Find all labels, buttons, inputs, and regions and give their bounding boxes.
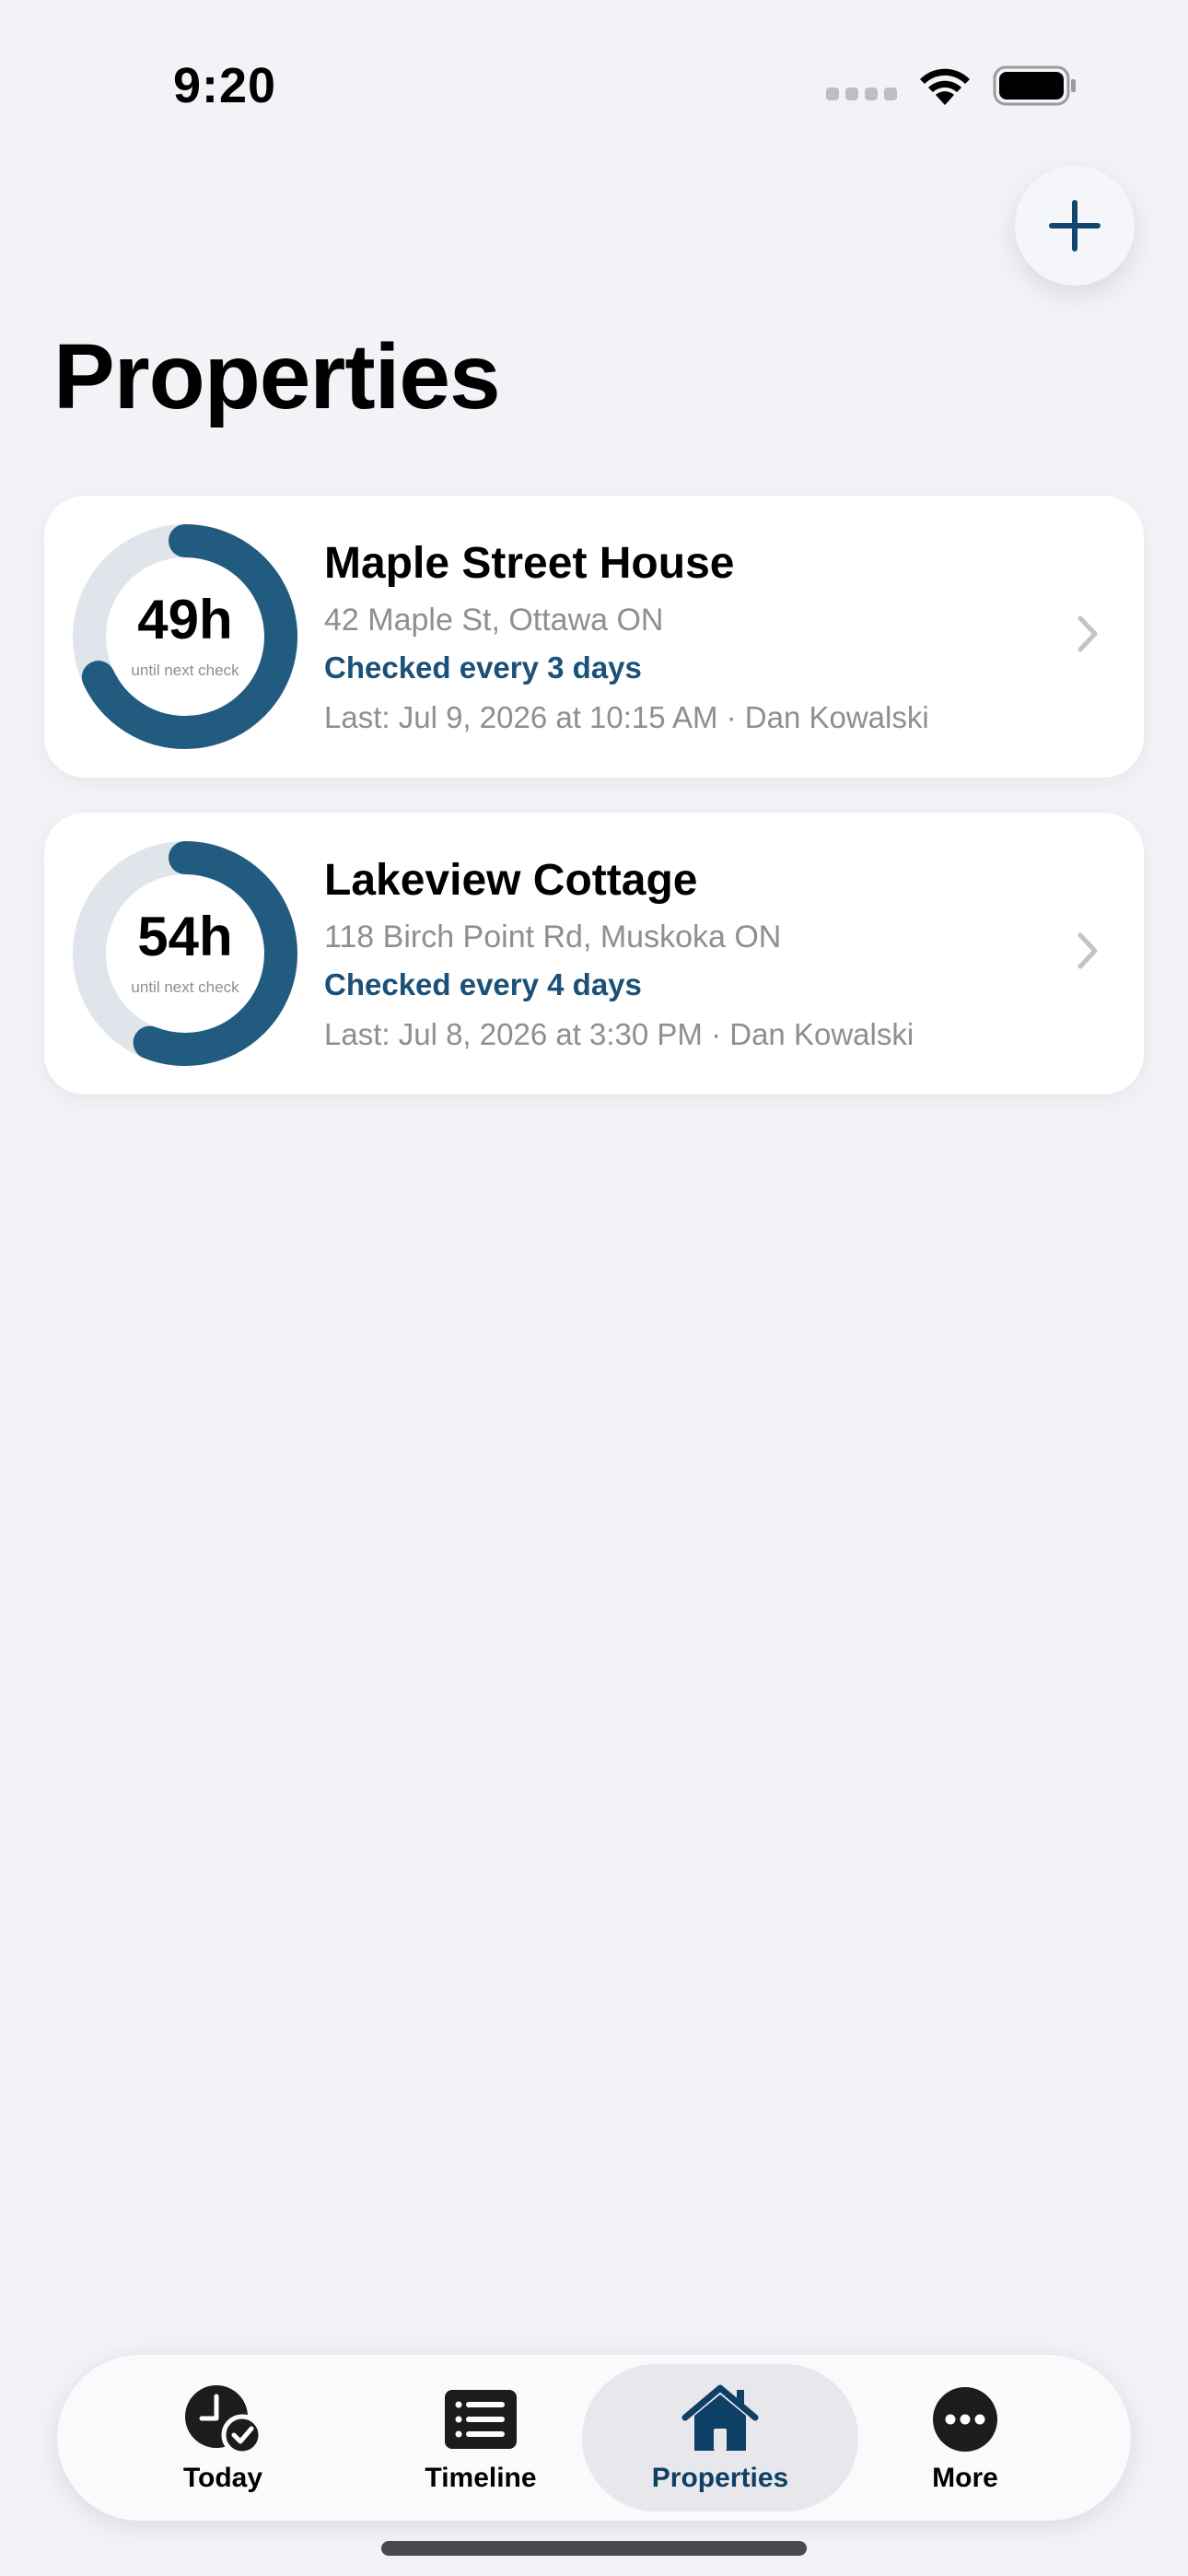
- list-icon: [445, 2390, 517, 2449]
- add-property-button[interactable]: [1015, 166, 1135, 286]
- status-time: 9:20: [173, 58, 277, 113]
- last-check: Last: Jul 9, 2026 at 10:15 AM · Dan Kowa…: [324, 700, 929, 734]
- property-details: Maple Street House 42 Maple St, Ottawa O…: [324, 538, 929, 735]
- property-name: Maple Street House: [324, 539, 735, 588]
- house-icon: [681, 2384, 759, 2451]
- tab-bar: Today Timeline Properties More: [57, 2355, 1131, 2521]
- cellular-signal-icon: [826, 88, 897, 100]
- clock-check-icon: [185, 2385, 263, 2456]
- property-card[interactable]: 49h until next check Maple Street House …: [44, 496, 1144, 778]
- properties-screen: 9:20 Properties 49h until next check Map…: [0, 0, 1188, 2576]
- ring-caption: until next check: [131, 662, 239, 679]
- hours-until-check: 49h: [137, 589, 233, 650]
- ellipsis-icon: [933, 2387, 997, 2452]
- plus-icon: [1049, 200, 1101, 252]
- battery-icon: [993, 65, 1076, 106]
- tab-label: Today: [182, 2463, 263, 2493]
- tab-properties[interactable]: Properties: [582, 2364, 858, 2512]
- chevron-right-icon: [1077, 615, 1098, 652]
- ring-caption: until next check: [131, 978, 239, 996]
- home-indicator[interactable]: [381, 2541, 807, 2556]
- property-name: Lakeview Cottage: [324, 856, 698, 905]
- next-check-ring: 49h until next check: [70, 521, 300, 752]
- tab-label: Properties: [651, 2463, 789, 2493]
- check-frequency: Checked every 4 days: [324, 967, 642, 1001]
- wifi-icon: [920, 68, 970, 105]
- tab-label: Timeline: [425, 2463, 537, 2493]
- page-title: Properties: [53, 325, 501, 428]
- next-check-ring: 54h until next check: [70, 838, 300, 1069]
- property-address: 118 Birch Point Rd, Muskoka ON: [324, 919, 782, 954]
- last-check: Last: Jul 8, 2026 at 3:30 PM · Dan Kowal…: [324, 1017, 914, 1051]
- tab-more[interactable]: More: [827, 2364, 1103, 2512]
- property-card[interactable]: 54h until next check Lakeview Cottage 11…: [44, 813, 1144, 1095]
- check-frequency: Checked every 3 days: [324, 650, 642, 685]
- hours-until-check: 54h: [137, 906, 233, 967]
- status-indicators: [826, 64, 1077, 107]
- tab-today[interactable]: Today: [85, 2364, 361, 2512]
- tab-timeline[interactable]: Timeline: [343, 2364, 619, 2512]
- tab-label: More: [932, 2463, 998, 2493]
- chevron-right-icon: [1077, 932, 1098, 969]
- property-details: Lakeview Cottage 118 Birch Point Rd, Mus…: [324, 855, 914, 1052]
- property-address: 42 Maple St, Ottawa ON: [324, 603, 664, 638]
